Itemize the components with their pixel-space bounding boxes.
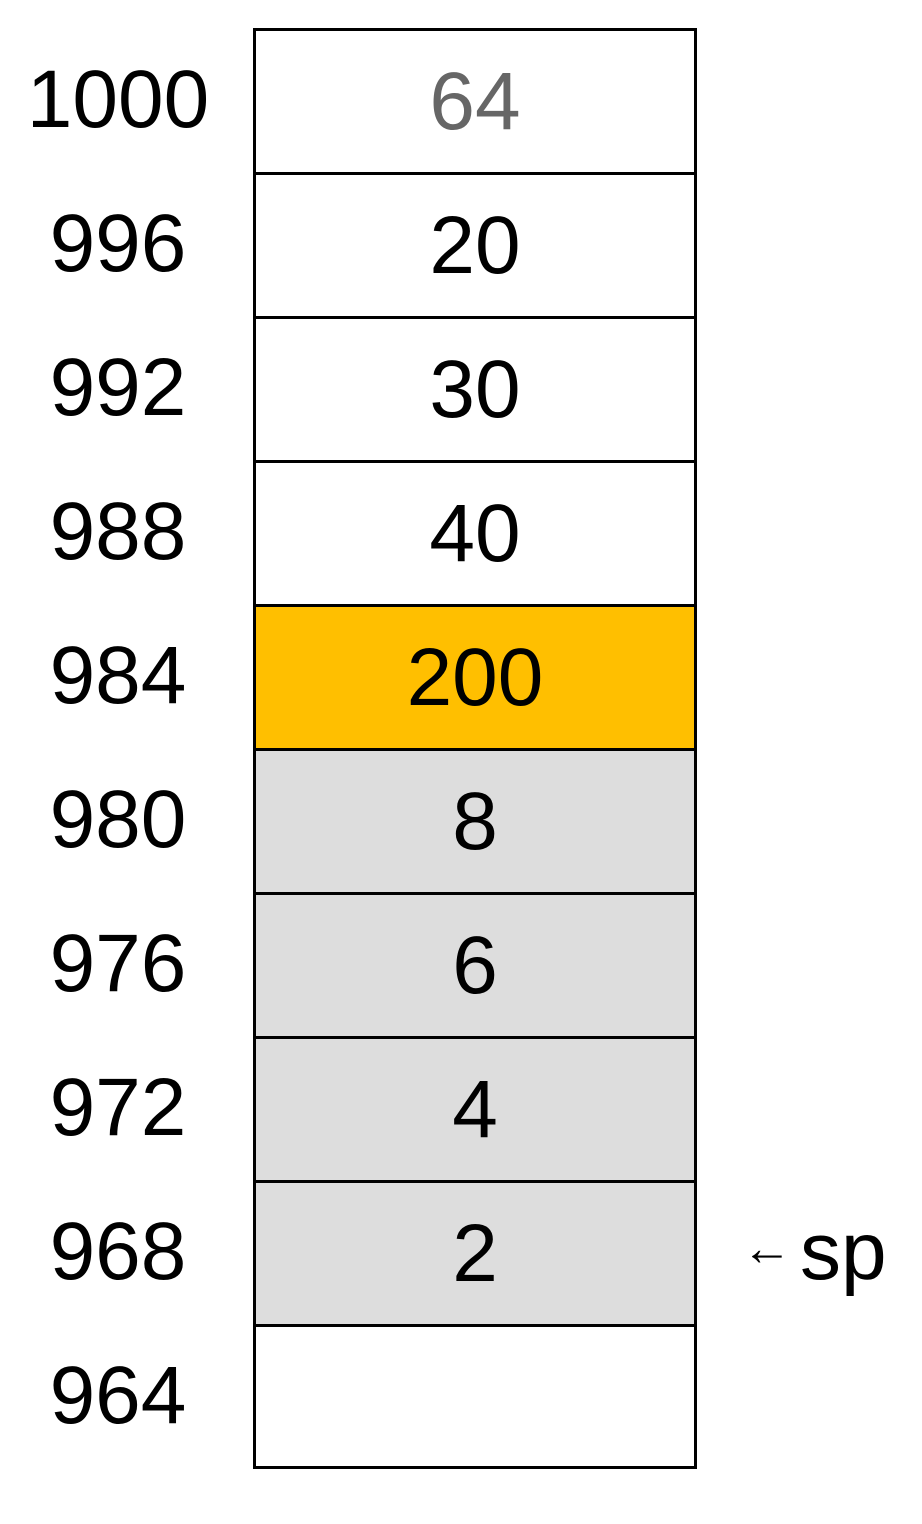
- memory-cell: 40: [253, 460, 697, 604]
- memory-address: 1000: [26, 54, 210, 145]
- left-arrow-icon: ←: [742, 1220, 792, 1276]
- memory-address: 964: [49, 1350, 187, 1441]
- memory-row: 980 8: [0, 748, 922, 892]
- memory-address: 976: [49, 918, 187, 1009]
- memory-cell: 20: [253, 172, 697, 316]
- memory-address: 968: [49, 1206, 187, 1297]
- memory-address: 972: [49, 1062, 187, 1153]
- memory-cell: 2: [253, 1180, 697, 1324]
- memory-cell-empty: [253, 1324, 697, 1469]
- memory-cell-highlighted: 200: [253, 604, 697, 748]
- memory-row: 964: [0, 1324, 922, 1469]
- stack-memory-diagram: 1000 64 996 20 992 30 988 40 984 200 980…: [0, 0, 922, 1524]
- memory-cell: 30: [253, 316, 697, 460]
- memory-address: 980: [49, 774, 187, 865]
- memory-cell: 64: [253, 28, 697, 172]
- memory-row: 1000 64: [0, 28, 922, 172]
- memory-row: 976 6: [0, 892, 922, 1036]
- memory-row: 968 2 ←sp: [0, 1180, 922, 1324]
- stack-pointer-label: sp: [800, 1206, 887, 1297]
- memory-address: 984: [49, 630, 187, 721]
- memory-address: 988: [49, 486, 187, 577]
- memory-row: 984 200: [0, 604, 922, 748]
- stack-pointer: ←sp: [742, 1180, 887, 1324]
- memory-address: 996: [49, 198, 187, 289]
- memory-row: 992 30: [0, 316, 922, 460]
- memory-row: 972 4: [0, 1036, 922, 1180]
- memory-cell: 6: [253, 892, 697, 1036]
- memory-row: 988 40: [0, 460, 922, 604]
- memory-address: 992: [49, 342, 187, 433]
- memory-row: 996 20: [0, 172, 922, 316]
- memory-cell: 8: [253, 748, 697, 892]
- memory-cell: 4: [253, 1036, 697, 1180]
